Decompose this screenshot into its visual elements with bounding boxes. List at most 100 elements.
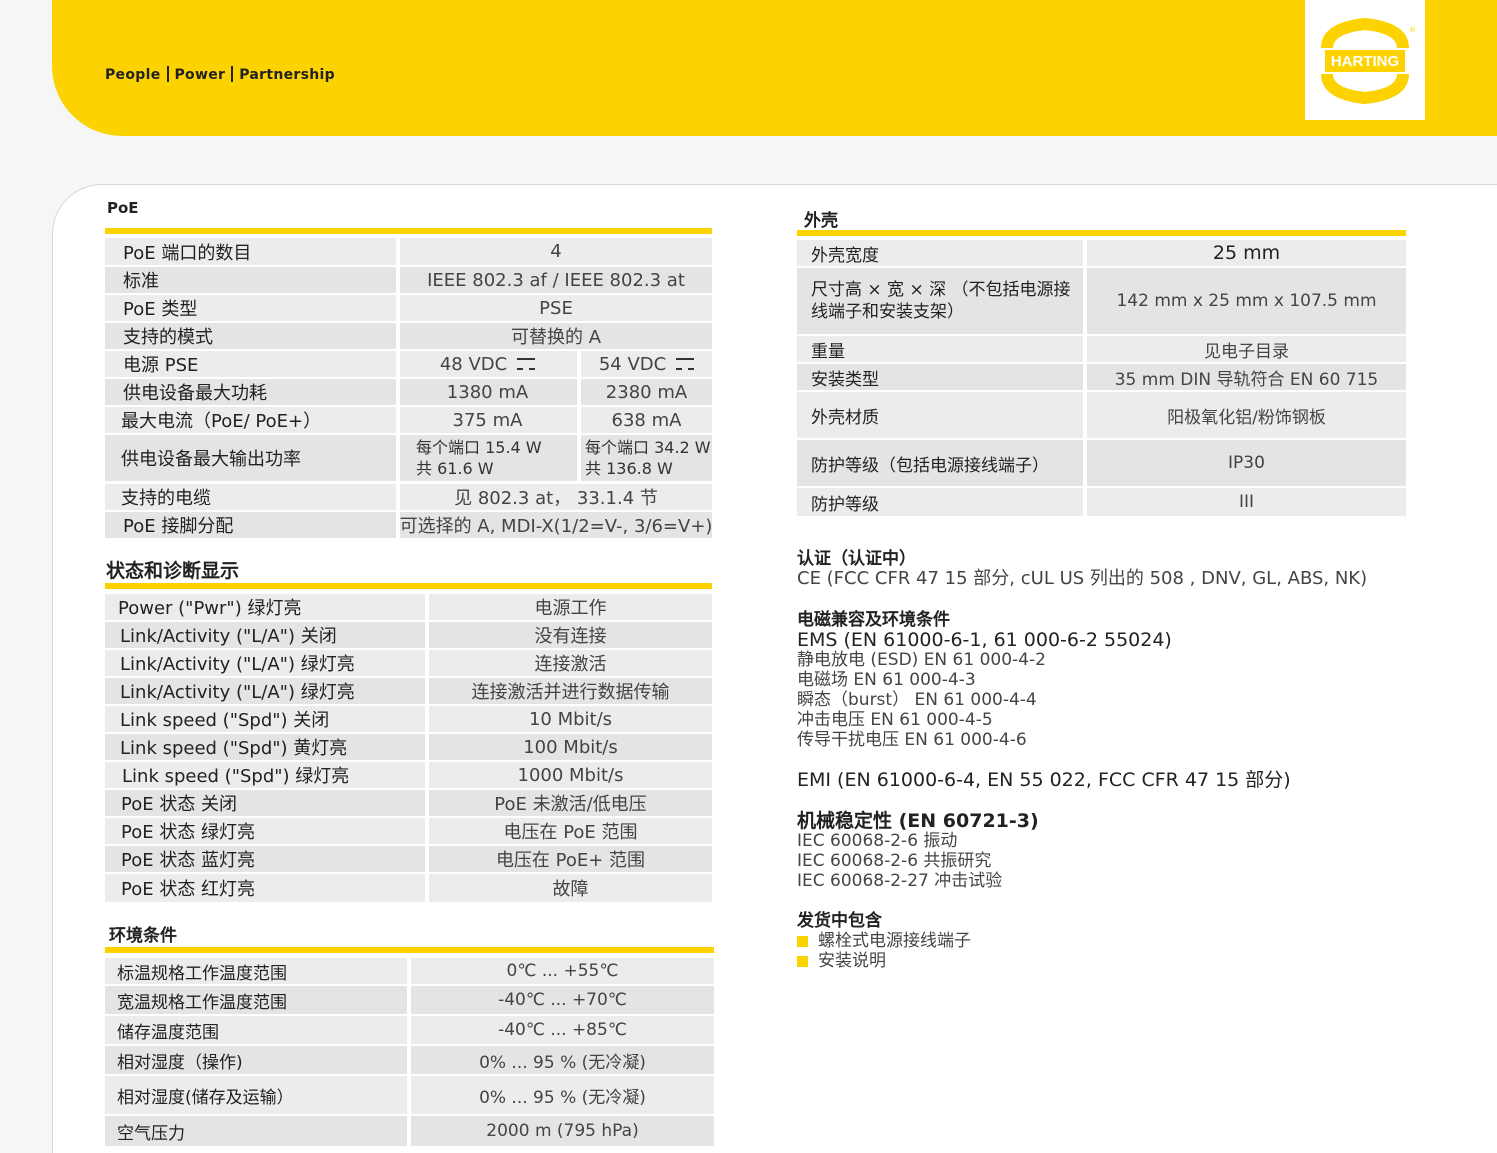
cert-block: 认证（认证中） CE (FCC CFR 47 15 部分, cUL US 列出的… [797, 549, 1367, 589]
row-label: 宽温规格工作温度范围 [117, 992, 287, 1013]
mech-line: IEC 60068-2-6 振动 [797, 831, 958, 851]
table-row: PoE 状态 绿灯亮 电压在 PoE 范围 [105, 818, 712, 844]
row-value: 142 mm x 25 mm x 107.5 mm [1116, 291, 1377, 311]
table-row: Link/Activity ("L/A") 绿灯亮 连接激活 [105, 650, 712, 676]
row-label: Link speed ("Spd") 关闭 [120, 710, 330, 731]
env-title: 环境条件 [109, 926, 177, 946]
mech-block: 机械稳定性 (EN 60721-3) IEC 60068-2-6 振动 IEC … [797, 811, 1039, 891]
mech-line: IEC 60068-2-6 共振研究 [797, 851, 992, 871]
row-label: PoE 状态 蓝灯亮 [121, 850, 256, 871]
row-label: PoE 端口的数目 [123, 242, 252, 264]
emc-line: 电磁场 EN 61 000-4-3 [797, 670, 976, 690]
dc-symbol-icon [676, 358, 695, 370]
table-row: 安装类型 35 mm DIN 导轨符合 EN 60 715 [797, 364, 1406, 390]
env-table: 标温规格工作温度范围 0℃ ... +55℃ 宽温规格工作温度范围 -40℃ .… [105, 958, 714, 1146]
harting-logo: HARTING ® [1305, 0, 1425, 120]
row-value: 638 mA [611, 409, 682, 431]
table-row: 供电设备最大输出功率 每个端口 15.4 W共 61.6 W 每个端口 34.2… [105, 435, 712, 481]
table-row: Power ("Pwr") 绿灯亮 电源工作 [105, 594, 712, 620]
row-label: PoE 接脚分配 [123, 516, 234, 537]
row-value: 可选择的 A, MDI-X(1/2=V-, 3/6=V+) [400, 516, 712, 537]
row-label: PoE 类型 [123, 299, 198, 320]
ems-line: EMS (EN 61000-6-1, 61 000-6-2 55024) [797, 629, 1172, 651]
table-row: Link/Activity ("L/A") 绿灯亮 连接激活并进行数据传输 [105, 678, 712, 704]
row-label: 尺寸高 × 宽 × 深 （不包括电源接 线端子和安装支架） [811, 280, 1071, 322]
table-row: 防护等级（包括电源接线端子） IP30 [797, 440, 1406, 486]
env-bar [105, 947, 714, 953]
row-label: 相对湿度（操作) [117, 1052, 243, 1073]
table-row: Link speed ("Spd") 关闭 10 Mbit/s [105, 706, 712, 732]
cert-text: CE (FCC CFR 47 15 部分, cUL US 列出的 508 , D… [797, 568, 1368, 589]
row-label: 重量 [811, 341, 845, 362]
dc-symbol-icon [517, 358, 536, 370]
row-label: 防护等级 [811, 494, 879, 515]
table-row: 标温规格工作温度范围 0℃ ... +55℃ [105, 958, 714, 984]
status-title: 状态和诊断显示 [106, 560, 240, 582]
emc-block: 电磁兼容及环境条件 EMS (EN 61000-6-1, 61 000-6-2 … [797, 610, 1172, 750]
row-value: 2380 mA [605, 381, 688, 403]
row-label: 供电设备最大功耗 [123, 383, 267, 404]
row-label: PoE 状态 红灯亮 [121, 879, 256, 900]
table-row: 重量 见电子目录 [797, 336, 1406, 362]
table-row: 相对湿度（操作) 0% ... 95 % (无冷凝) [105, 1046, 714, 1074]
poe-title: PoE [107, 199, 139, 217]
row-label: 相对湿度(储存及运输） [117, 1087, 294, 1108]
row-value: 可替换的 A [510, 327, 602, 348]
row-value: 2000 m (795 hPa) [486, 1121, 639, 1141]
mech-title: 机械稳定性 (EN 60721-3) [797, 810, 1039, 832]
table-row: 空气压力 2000 m (795 hPa) [105, 1116, 714, 1146]
housing-bar [797, 230, 1406, 236]
delivery-title: 发货中包含 [797, 911, 882, 931]
table-row: PoE 状态 红灯亮 故障 [105, 874, 712, 902]
status-table: Power ("Pwr") 绿灯亮 电源工作 Link/Activity ("L… [105, 594, 712, 902]
emc-line: 瞬态（burst） EN 61 000-4-4 [797, 690, 1037, 710]
tagline: People Power Partnership [105, 66, 335, 83]
row-value: 0℃ ... +55℃ [506, 961, 619, 981]
tagline-partnership: Partnership [239, 67, 335, 83]
row-value: 见电子目录 [1204, 341, 1289, 362]
row-label: 外壳材质 [811, 407, 879, 428]
row-value: PSE [539, 297, 573, 319]
row-value: 见 802.3 at， 33.1.4 节 [454, 488, 658, 509]
table-row: 供电设备最大功耗 1380 mA 2380 mA [105, 379, 712, 405]
emi-line: EMI (EN 61000-6-4, EN 55 022, FCC CFR 47… [797, 769, 1291, 791]
row-value: 1380 mA [446, 381, 529, 403]
row-label: 标准 [123, 271, 159, 292]
table-row: PoE 类型 PSE [105, 295, 712, 321]
table-row: Link/Activity ("L/A") 关闭 没有连接 [105, 622, 712, 648]
svg-text:HARTING: HARTING [1331, 53, 1399, 70]
row-value: IP30 [1228, 453, 1265, 473]
row-value: -40℃ ... +85℃ [498, 1020, 627, 1040]
row-label: Link/Activity ("L/A") 绿灯亮 [120, 654, 355, 675]
row-label: 标温规格工作温度范围 [117, 963, 287, 984]
row-value: 0% ... 95 % (无冷凝) [479, 1087, 646, 1108]
row-value: PoE 未激活/低电压 [494, 794, 647, 815]
table-row: 外壳宽度 25 mm [797, 240, 1406, 266]
row-label: Link/Activity ("L/A") 关闭 [120, 626, 337, 647]
table-row: PoE 状态 蓝灯亮 电压在 PoE+ 范围 [105, 846, 712, 872]
table-row: PoE 端口的数目 4 [105, 238, 712, 265]
table-row: 电源 PSE 48 VDC 54 VDC [105, 351, 712, 377]
row-value: 每个端口 34.2 W共 136.8 W [585, 438, 711, 478]
row-value: 连接激活 [534, 654, 607, 675]
row-value: 375 mA [452, 409, 523, 431]
row-label: PoE 状态 关闭 [121, 794, 238, 815]
list-item: 螺栓式电源接线端子 [797, 931, 971, 951]
row-label: 支持的电缆 [121, 488, 211, 509]
row-value: 10 Mbit/s [528, 708, 613, 730]
table-row: 防护等级 III [797, 488, 1406, 516]
row-value: 电压在 PoE+ 范围 [495, 850, 646, 871]
row-value: 阳极氧化铝/粉饰钢板 [1167, 407, 1326, 428]
mech-line: IEC 60068-2-27 冲击试验 [797, 871, 1003, 891]
table-row: Link speed ("Spd") 黄灯亮 100 Mbit/s [105, 734, 712, 760]
row-value: 1000 Mbit/s [517, 764, 624, 786]
emc-line: 静电放电 (ESD) EN 61 000-4-2 [797, 650, 1046, 670]
table-row: 尺寸高 × 宽 × 深 （不包括电源接 线端子和安装支架） 142 mm x 25… [797, 268, 1406, 334]
poe-bar [105, 228, 712, 234]
housing-table: 外壳宽度 25 mm 尺寸高 × 宽 × 深 （不包括电源接 线端子和安装支架） … [797, 240, 1406, 516]
row-label: 安装类型 [811, 369, 879, 390]
row-value: IEEE 802.3 af / IEEE 802.3 at [427, 269, 685, 291]
row-label: Link speed ("Spd") 绿灯亮 [122, 766, 350, 787]
delivery-block: 发货中包含 螺栓式电源接线端子 安装说明 [797, 911, 971, 971]
row-value-54vdc: 54 VDC [581, 351, 712, 377]
